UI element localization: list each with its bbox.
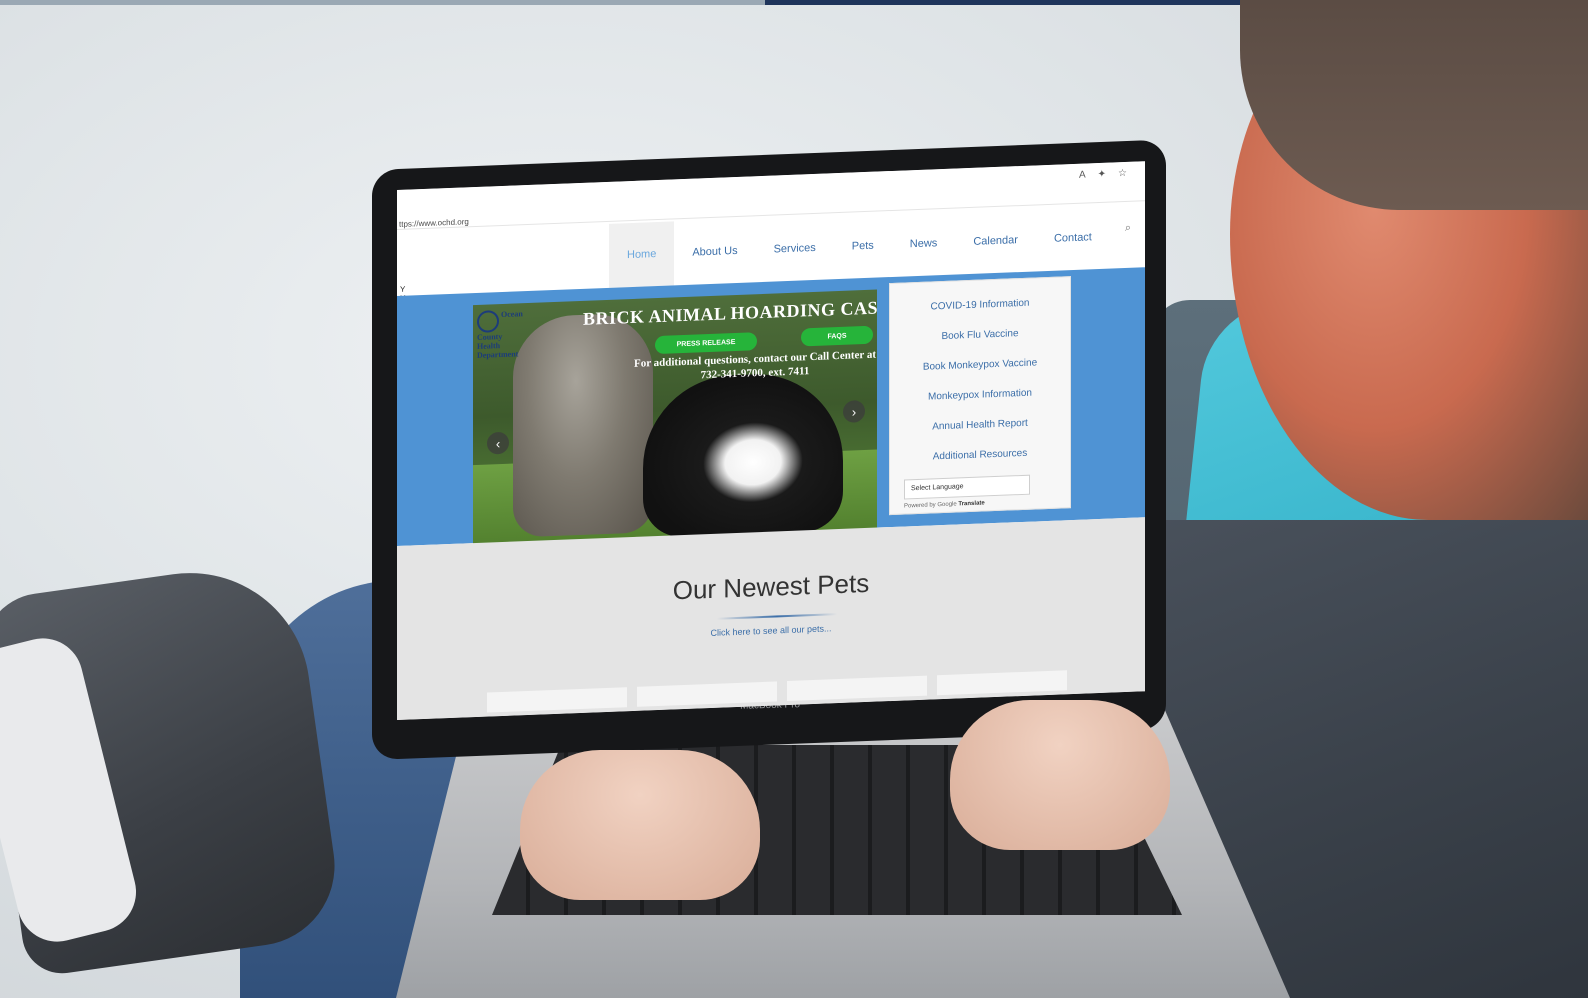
seal-icon	[477, 310, 499, 333]
left-hand	[520, 750, 760, 900]
press-release-button[interactable]: PRESS RELEASE	[655, 332, 757, 355]
laptop-screen: ttps://www.ochd.org A✦☆ Y H T Home About…	[397, 161, 1145, 720]
newest-pets-section: Our Newest Pets Click here to see all ou…	[397, 517, 1145, 720]
faqs-button[interactable]: FAQS	[801, 325, 873, 347]
nav-pets[interactable]: Pets	[834, 213, 892, 279]
slide-dog-photo	[643, 370, 843, 539]
browser-icons: A✦☆	[1079, 167, 1139, 180]
quick-links-list: COVID-19 Information Book Flu Vaccine Bo…	[890, 277, 1070, 474]
address-bar[interactable]: ttps://www.ochd.org	[399, 217, 469, 229]
slide-prev-button[interactable]: ‹	[487, 431, 509, 455]
pets-divider	[717, 613, 837, 620]
nav-contact[interactable]: Contact	[1036, 205, 1110, 272]
quick-links-panel: COVID-19 Information Book Flu Vaccine Bo…	[889, 276, 1071, 516]
slide-next-button[interactable]: ›	[843, 400, 865, 423]
read-aloud-icon[interactable]: A	[1079, 169, 1098, 181]
search-icon[interactable]: ⌕	[1125, 222, 1131, 235]
link-additional-resources[interactable]: Additional Resources	[890, 437, 1070, 474]
right-hand	[950, 700, 1170, 850]
nav-calendar[interactable]: Calendar	[955, 207, 1036, 274]
extensions-icon[interactable]: ✦	[1098, 168, 1118, 180]
powered-by-google-translate: Powered by Google Translate	[904, 500, 985, 510]
hero-slide[interactable]: Ocean County Health Department BRICK ANI…	[473, 289, 877, 556]
health-department-logo: Ocean County Health Department	[477, 309, 523, 360]
language-select[interactable]: Select Language	[904, 474, 1030, 500]
slide-title: BRICK ANIMAL HOARDING CASE	[583, 297, 877, 329]
pets-heading: Our Newest Pets	[672, 567, 870, 606]
nav-services[interactable]: Services	[756, 215, 834, 282]
nav-news[interactable]: News	[892, 211, 956, 277]
favorite-icon[interactable]: ☆	[1118, 167, 1139, 179]
nav-home[interactable]: Home	[609, 221, 675, 288]
nav-about-us[interactable]: About Us	[674, 218, 755, 285]
